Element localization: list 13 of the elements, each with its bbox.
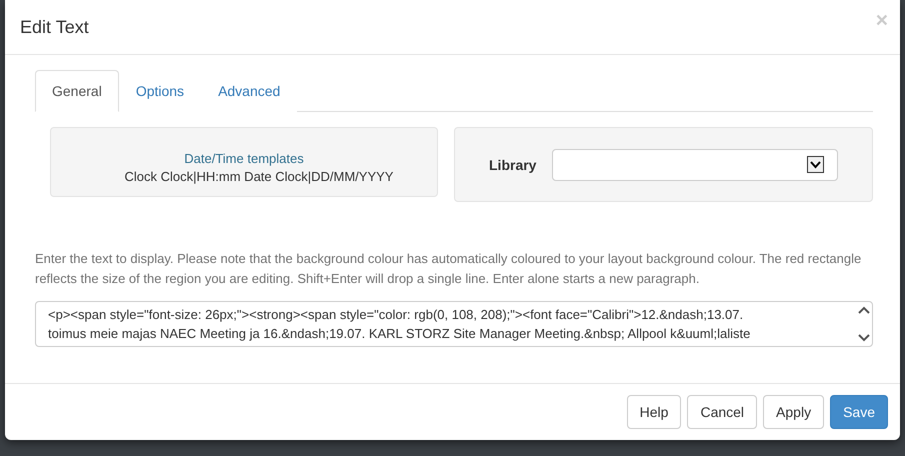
dialog-title: Edit Text <box>20 16 89 38</box>
help-text: Enter the text to display. Please note that the background colour has automatically coloured to your layout background colour. The red rectangle reflects the size of the region you are editing. Shift+Enter will drop a single line. Enter alone starts a new paragraph. <box>35 250 862 288</box>
primary-button[interactable]: Save <box>830 395 888 429</box>
templates-list: Clock Clock|HH:mm Date Clock|DD/MM/YYYY <box>94 168 394 184</box>
templates-title: Date/Time templates <box>184 150 304 166</box>
tab[interactable]: General <box>35 70 119 112</box>
scroll-down-icon[interactable] <box>858 334 870 342</box>
scroll-up-icon[interactable] <box>858 306 870 314</box>
text-editor-field[interactable]: <p><span style="font-size: 26px;"><strong><span style="color: rgb(0, 108, 208);"><font face="Calibri">12.&ndash;13.07. toimus meie majas NAEC Meeting ja 16.&ndash;19.07. KARL STORZ Site Manager Meeting.&nbsp; Allpool k&uuml;laliste <box>35 301 873 347</box>
dialog-button[interactable]: Cancel <box>687 395 758 429</box>
library-label: Library <box>489 156 536 172</box>
dialog-button[interactable]: Apply <box>763 395 824 429</box>
dialog-button[interactable]: Help <box>626 395 682 429</box>
